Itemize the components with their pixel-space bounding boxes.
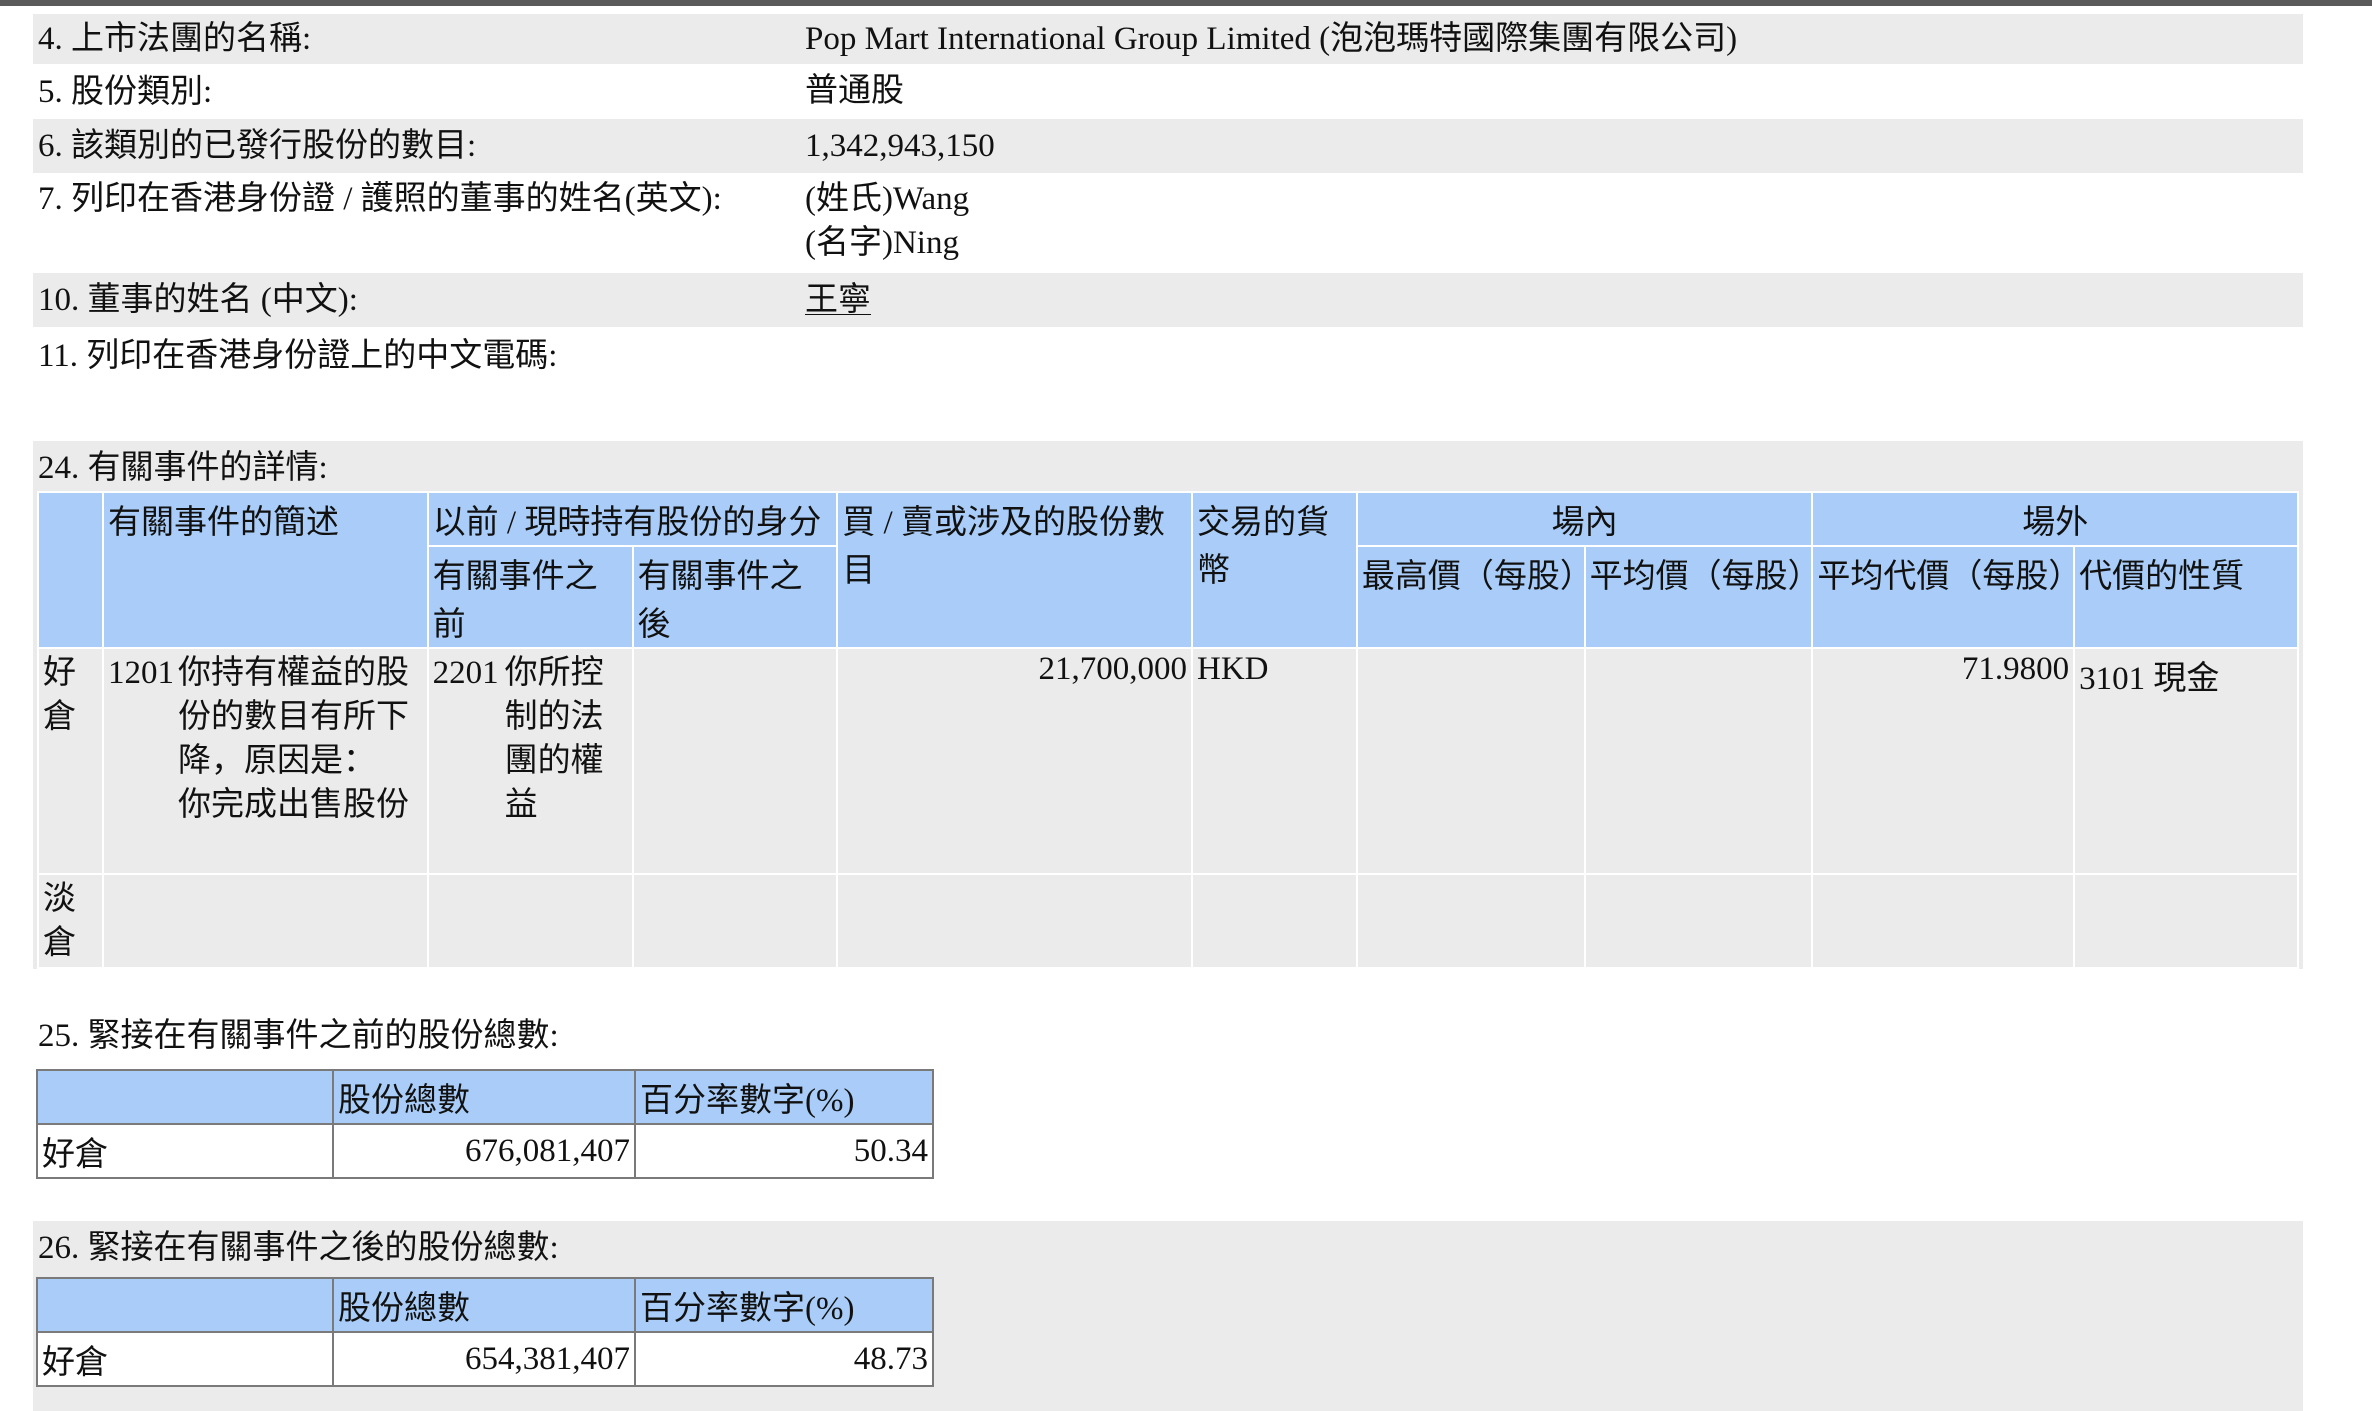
percentage-value: 48.73: [634, 1331, 934, 1387]
header-before: 有關事件之前: [426, 545, 634, 649]
field-label: 11. 列印在香港身份證上的中文電碼:: [38, 338, 558, 374]
capacity-before-cell: 2201 你所控 制的法 團的權 益: [426, 647, 634, 875]
header-total-shares: 股份總數: [332, 1069, 636, 1125]
position-short: 淡倉: [43, 881, 76, 961]
empty-cell: [1190, 873, 1358, 969]
capacity-desc-line: 益: [504, 787, 538, 823]
short-position-row: 淡倉: [37, 873, 2299, 969]
header-percentage: 百分率數字(%): [634, 1277, 934, 1333]
header-consideration-nature: 代價的性質: [2073, 545, 2299, 649]
field-row-4: 4. 上市法團的名稱: Pop Mart International Group…: [33, 14, 2303, 64]
header-highest-price: 最高價（每股）: [1355, 545, 1593, 649]
section-25-title: 25. 緊接在有關事件之前的股份總數:: [38, 1018, 559, 1054]
field-row-10: 10. 董事的姓名 (中文): 王寧: [33, 273, 2303, 327]
header-currency: 交易的貨幣: [1190, 491, 1358, 649]
field-row-7: 7. 列印在香港身份證 / 護照的董事的姓名(英文): (姓氏)Wang (名字…: [33, 173, 2303, 273]
capacity-desc-line: 你所控: [504, 655, 604, 691]
field-value: 普通股: [795, 64, 2303, 119]
header-percentage: 百分率數字(%): [634, 1069, 934, 1125]
percentage-value: 50.34: [634, 1123, 934, 1179]
browser-top-edge: [0, 0, 2372, 6]
header-after: 有關事件之後: [631, 545, 839, 649]
field-label: 5. 股份類別:: [38, 73, 213, 110]
section-26: 26. 緊接在有關事件之後的股份總數: 股份總數 百分率數字(%) 好倉 654…: [33, 1221, 2303, 1411]
field-label: 10. 董事的姓名 (中文):: [38, 282, 358, 318]
empty-cell: [1355, 873, 1586, 969]
header-shares: 買 / 賣或涉及的股份數目: [836, 491, 1193, 649]
field-value: (姓氏)Wang (名字)Ning: [795, 177, 2303, 273]
row-label-long: 好倉: [36, 1123, 334, 1179]
empty-cell: [836, 873, 1193, 969]
position-long: 好倉: [43, 655, 76, 735]
section-24-title: 24. 有關事件的詳情:: [38, 450, 328, 486]
event-details-table: 有關事件的簡述 以前 / 現時持有股份的身分 買 / 賣或涉及的股份數目 交易的…: [37, 491, 2299, 969]
field-label: 7. 列印在香港身份證 / 護照的董事的姓名(英文):: [38, 181, 722, 217]
capacity-desc: 你所控 制的法 團的權 益: [505, 651, 604, 827]
header-average-price: 平均價（每股）: [1583, 545, 1821, 649]
field-label: 4. 上市法團的名稱:: [38, 21, 312, 57]
header-capacity: 以前 / 現時持有股份的身分: [426, 491, 839, 547]
average-price-cell: [1583, 647, 1814, 875]
shares-involved: 21,700,000: [836, 647, 1193, 875]
total-shares-value: 654,381,407: [332, 1331, 636, 1387]
event-desc-line: 份的數目有所下: [177, 699, 409, 735]
nature-text: 現金: [2153, 661, 2220, 697]
empty-cell: [1583, 873, 1814, 969]
header-blank: [37, 491, 104, 649]
section-24: 24. 有關事件的詳情: 有關事件的簡述 以前 / 現時持有股份的身分 買 / …: [33, 441, 2303, 969]
position-label: 好倉: [37, 647, 104, 875]
long-position-row: 好倉 1201 你持有權益的股 份的數目有所下 降，原因是： 你完成出售股份 2…: [37, 647, 2299, 875]
section-25: 25. 緊接在有關事件之前的股份總數: 股份總數 百分率數字(%) 好倉 676…: [33, 1009, 2303, 1179]
share-class: 普通股: [805, 73, 904, 109]
disclosure-document: 4. 上市法團的名稱: Pop Mart International Group…: [33, 14, 2303, 1411]
field-row-5: 5. 股份類別: 普通股: [33, 64, 2303, 119]
capacity-desc-line: 制的法: [504, 699, 604, 735]
field-label: 6. 該類別的已發行股份的數目:: [38, 128, 477, 164]
header-blank: [36, 1277, 334, 1333]
field-value: Pop Mart International Group Limited (泡泡…: [795, 14, 2303, 64]
total-before-table: 股份總數 百分率數字(%) 好倉 676,081,407 50.34: [36, 1069, 934, 1179]
given-name: (名字)Ning: [805, 225, 959, 261]
event-code: 1201: [107, 655, 174, 691]
empty-cell: [2073, 873, 2299, 969]
header-average-consideration: 平均代價（每股）: [1811, 545, 2081, 649]
field-row-6: 6. 該類別的已發行股份的數目: 1,342,943,150: [33, 119, 2303, 173]
nature-code: 3101: [2079, 661, 2146, 697]
header-total-shares: 股份總數: [332, 1277, 636, 1333]
event-desc-line: 你持有權益的股: [177, 655, 409, 691]
header-event-desc: 有關事件的簡述: [101, 491, 429, 649]
empty-cell: [1811, 873, 2076, 969]
capacity-code: 2201: [432, 655, 499, 691]
field-value: 王寧: [795, 273, 2303, 327]
row-label-long: 好倉: [36, 1331, 334, 1387]
field-row-11: 11. 列印在香港身份證上的中文電碼:: [33, 327, 2303, 385]
consideration-nature-cell: 3101 現金: [2073, 647, 2299, 875]
header-blank: [36, 1069, 334, 1125]
total-after-table: 股份總數 百分率數字(%) 好倉 654,381,407 48.73: [36, 1277, 934, 1387]
currency: HKD: [1190, 647, 1358, 875]
capacity-desc-line: 團的權: [504, 743, 604, 779]
field-value: 1,342,943,150: [795, 119, 2303, 173]
capacity-after-cell: [631, 647, 839, 875]
director-chinese-name: 王寧: [805, 282, 871, 318]
highest-price-cell: [1355, 647, 1586, 875]
header-on-exchange: 場內: [1355, 491, 1814, 547]
average-consideration: 71.9800: [1811, 647, 2076, 875]
empty-cell: [101, 873, 429, 969]
event-desc: 你持有權益的股 份的數目有所下 降，原因是： 你完成出售股份: [178, 651, 409, 827]
surname: (姓氏)Wang: [805, 181, 970, 217]
event-desc-line: 降，原因是：: [177, 743, 376, 779]
section-26-title: 26. 緊接在有關事件之後的股份總數:: [38, 1230, 559, 1266]
empty-cell: [631, 873, 839, 969]
event-desc-cell: 1201 你持有權益的股 份的數目有所下 降，原因是： 你完成出售股份: [101, 647, 429, 875]
company-name: Pop Mart International Group Limited (泡泡…: [805, 21, 1738, 57]
position-label: 淡倉: [37, 873, 104, 969]
empty-cell: [426, 873, 634, 969]
total-shares-value: 676,081,407: [332, 1123, 636, 1179]
event-desc-line: 你完成出售股份: [177, 787, 409, 823]
issued-shares: 1,342,943,150: [805, 128, 995, 164]
header-off-exchange: 場外: [1811, 491, 2299, 547]
